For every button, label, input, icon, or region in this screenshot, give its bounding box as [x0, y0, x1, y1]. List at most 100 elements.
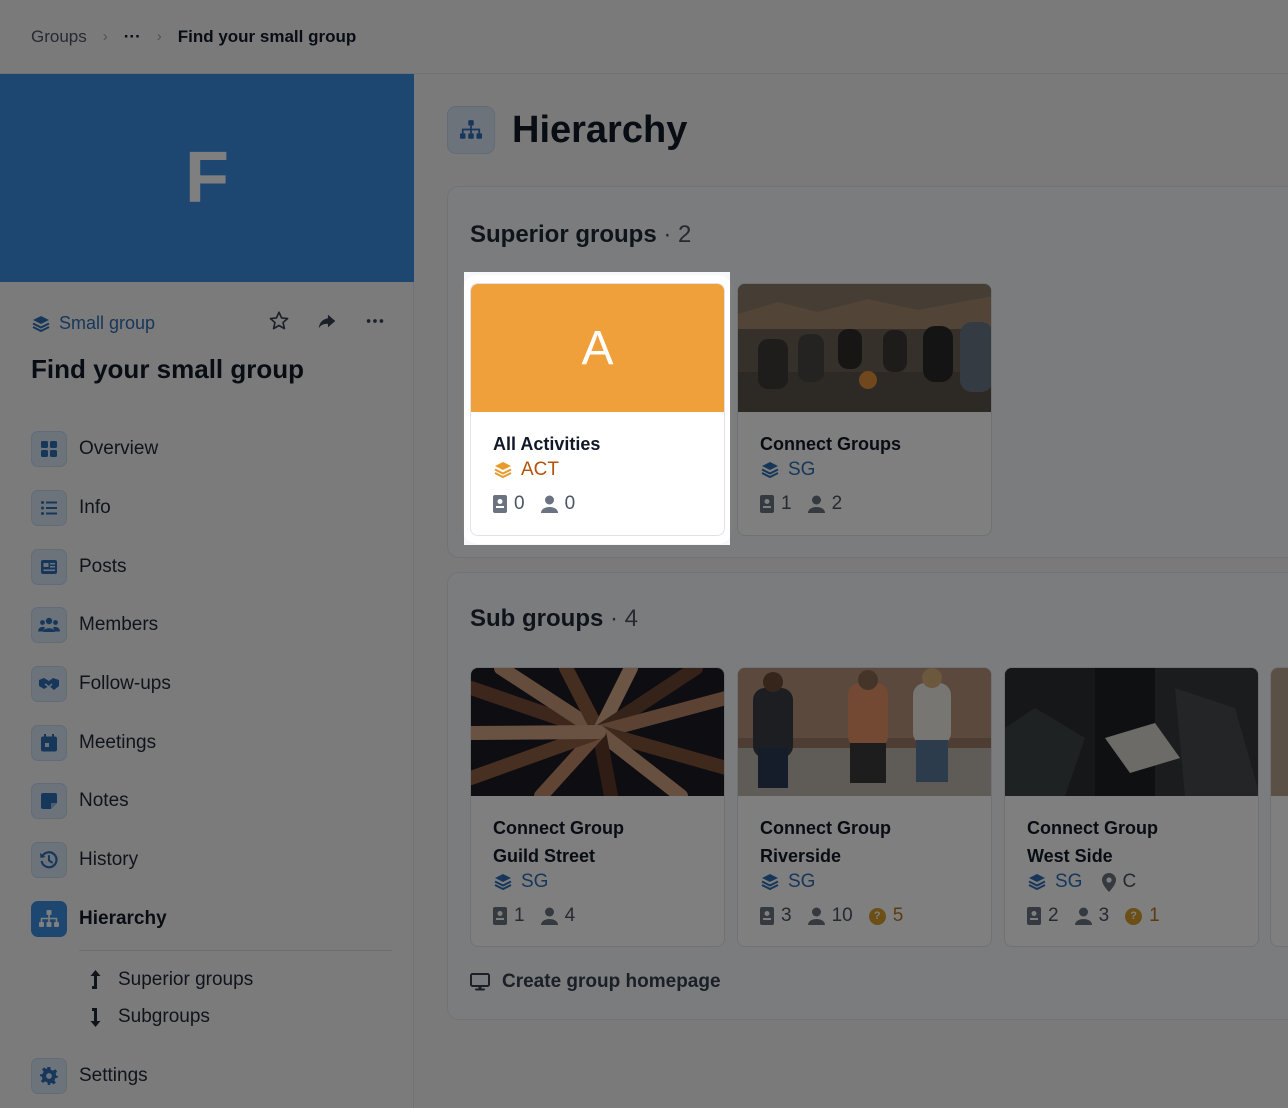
group-stats: 3 10 ? 5 — [760, 905, 969, 927]
group-location: C — [1102, 871, 1136, 893]
group-name: Connect Group Riverside — [760, 814, 969, 870]
member-count: 0 — [564, 493, 576, 514]
leader-count: 2 — [1048, 905, 1059, 926]
pending-count: 5 — [892, 905, 904, 926]
layers-icon — [32, 315, 50, 332]
gear-icon — [31, 1057, 67, 1094]
group-card-guild-street[interactable]: Connect Group Guild Street SG 1 4 — [470, 667, 725, 947]
user-icon — [807, 495, 825, 513]
id-badge-icon — [760, 495, 774, 513]
section-heading: Superior groups · 2 — [470, 221, 692, 248]
sidebar-item-history[interactable]: History — [31, 831, 392, 890]
group-type-tag: SG — [760, 459, 969, 481]
group-type-tag: SG C — [1027, 871, 1236, 893]
note-icon — [31, 783, 67, 820]
id-badge-icon — [493, 907, 507, 925]
grid-icon — [31, 431, 67, 468]
id-badge-icon — [760, 907, 774, 925]
sidebar-subitem-label: Subgroups — [118, 1005, 210, 1027]
sidebar-item-overview[interactable]: Overview — [31, 420, 392, 479]
sidebar-item-info[interactable]: Info — [31, 479, 392, 538]
sidebar-item-label: Info — [79, 497, 111, 519]
sidebar-item-label: History — [79, 849, 139, 871]
layers-icon — [494, 874, 512, 891]
group-name: Connect Group West Side — [1027, 814, 1236, 870]
group-name-line: West Side — [1027, 846, 1113, 866]
group-type[interactable]: Small group — [31, 313, 155, 334]
list-icon — [31, 490, 67, 527]
leader-count: 1 — [514, 905, 525, 926]
breadcrumb: Groups › ··· › Find your small group — [0, 0, 1288, 74]
group-type-tag: SG — [493, 871, 702, 893]
group-name-line: Connect Group — [1027, 818, 1158, 838]
group-type-label: SG — [788, 459, 816, 480]
sidebar-item-label: Meetings — [79, 731, 157, 753]
group-photo — [1005, 668, 1258, 796]
nav-divider — [79, 950, 392, 952]
group-card-west-side[interactable]: Connect Group West Side SG C 2 3 ? 1 — [1004, 667, 1259, 947]
group-type-label: SG — [788, 871, 816, 892]
layers-icon — [494, 462, 512, 479]
group-card-partial[interactable] — [1270, 667, 1288, 947]
layers-icon — [761, 874, 779, 891]
create-group-homepage-label: Create group homepage — [502, 971, 721, 992]
group-stats: 1 2 — [760, 493, 969, 515]
group-type-label: ACT — [521, 459, 559, 480]
user-icon — [540, 495, 558, 513]
sidebar-item-posts[interactable]: Posts — [31, 537, 392, 596]
group-title: Find your small group — [31, 354, 305, 384]
more-icon[interactable] — [364, 310, 386, 337]
sidebar-item-label: Posts — [79, 555, 127, 577]
group-cover-letter: F — [185, 138, 229, 218]
history-icon — [31, 842, 67, 879]
sidebar-item-notes[interactable]: Notes — [31, 772, 392, 831]
breadcrumb-groups[interactable]: Groups — [31, 27, 87, 47]
sidebar-item-hierarchy[interactable]: Hierarchy — [31, 890, 392, 949]
handshake-icon — [31, 666, 67, 703]
sidebar-item-label: Members — [79, 614, 159, 636]
share-icon[interactable] — [316, 310, 338, 337]
sidebar-item-label: Follow-ups — [79, 673, 171, 695]
group-card-connect-groups[interactable]: Connect Groups SG 1 2 — [737, 283, 992, 536]
group-name-line: Guild Street — [493, 846, 596, 866]
group-card-riverside[interactable]: Connect Group Riverside SG 3 10 ? 5 — [737, 667, 992, 947]
group-name-line: Connect Group — [493, 818, 624, 838]
chevron-right-icon: › — [156, 28, 162, 45]
member-count: 3 — [1098, 905, 1110, 926]
sidebar-item-label: Notes — [79, 790, 129, 812]
breadcrumb-current: Find your small group — [177, 26, 357, 46]
sidebar-item-label: Settings — [79, 1064, 148, 1086]
sidebar-item-settings[interactable]: Settings — [31, 1046, 392, 1105]
member-count: 4 — [564, 905, 576, 926]
sidebar-item-follow-ups[interactable]: Follow-ups — [31, 655, 392, 714]
star-icon[interactable] — [268, 310, 290, 337]
create-group-homepage-button[interactable]: Create group homepage — [470, 971, 721, 993]
group-photo — [1271, 668, 1288, 796]
user-icon — [540, 907, 558, 925]
group-photo — [738, 284, 991, 412]
newspaper-icon — [31, 548, 67, 585]
sidebar-item-members[interactable]: Members — [31, 596, 392, 655]
group-stats: 2 3 ? 1 — [1027, 905, 1236, 927]
sidebar-item-label: Hierarchy — [79, 907, 167, 929]
hierarchy-icon — [31, 900, 67, 937]
sidebar-subitem-subgroups[interactable]: Subgroups — [87, 998, 392, 1035]
sidebar-subitem-superior-groups[interactable]: Superior groups — [87, 961, 392, 998]
sub-groups-count: 4 — [624, 605, 639, 632]
superior-groups-heading: Superior groups — [470, 221, 657, 248]
group-name: Connect Groups — [760, 434, 902, 454]
group-name-line: Riverside — [760, 846, 842, 866]
group-card-all-activities[interactable]: A All Activities ACT 0 0 — [470, 283, 725, 536]
sidebar-item-label: Overview — [79, 438, 159, 460]
breadcrumb-ellipsis[interactable]: ··· — [124, 27, 141, 47]
sidebar-item-meetings[interactable]: Meetings — [31, 713, 392, 772]
question-icon: ? — [868, 907, 886, 925]
group-stats: 0 0 — [493, 493, 702, 515]
hierarchy-icon — [447, 106, 495, 154]
leader-count: 3 — [781, 905, 792, 926]
map-pin-icon — [1102, 872, 1117, 892]
leader-count: 0 — [514, 493, 525, 514]
sidebar: F Small group Find your small group Over… — [0, 74, 414, 1108]
group-photo — [738, 668, 991, 796]
user-icon — [807, 907, 825, 925]
